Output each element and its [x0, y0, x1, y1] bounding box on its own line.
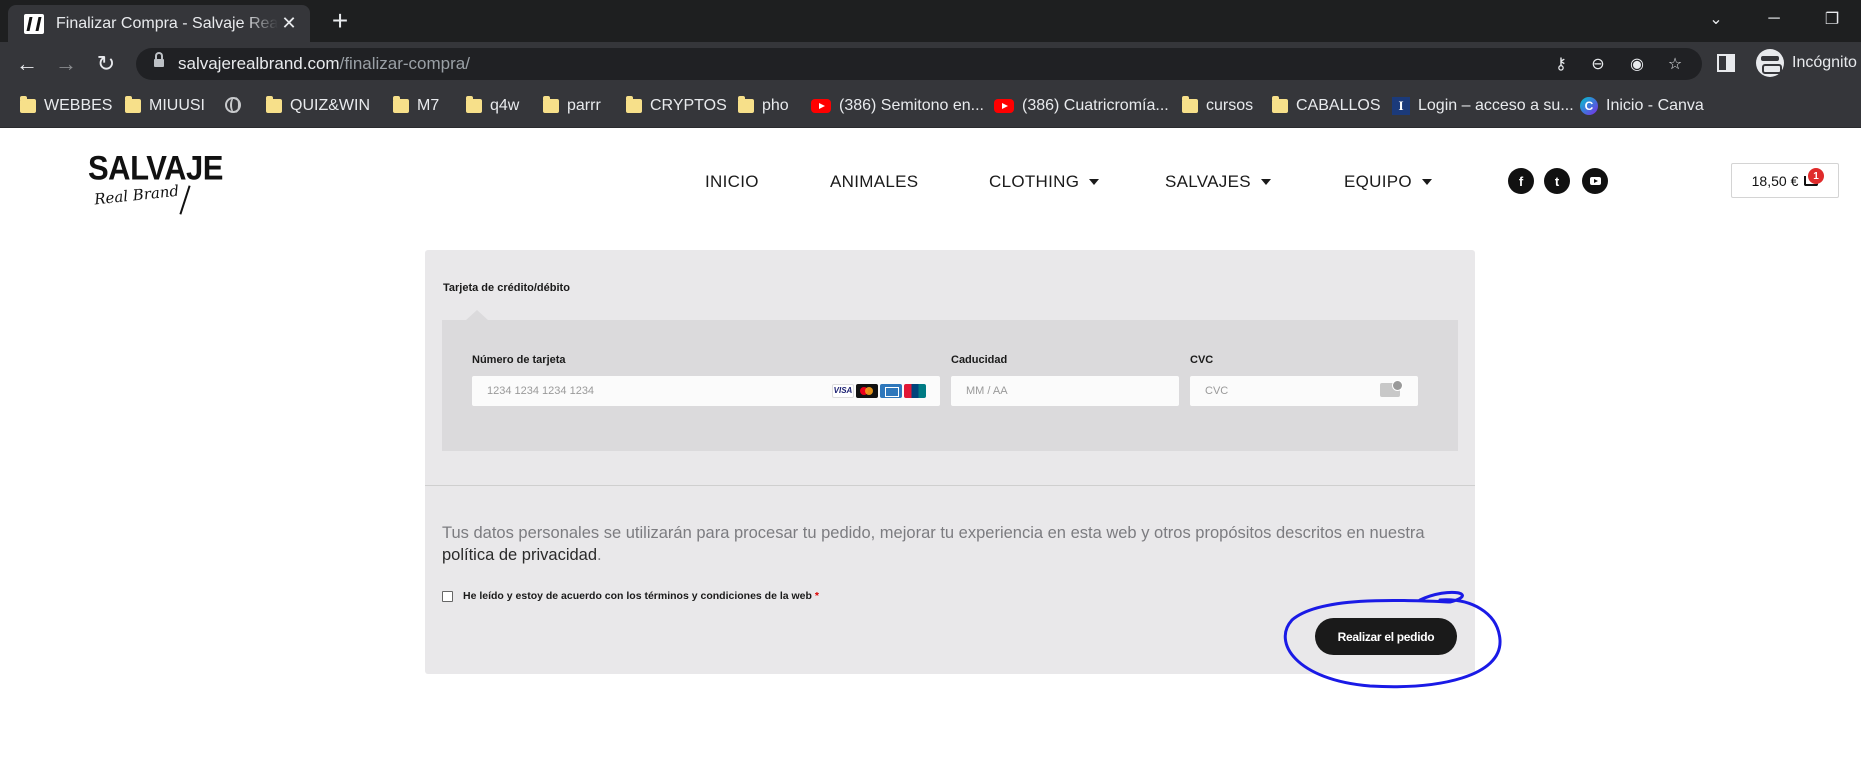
site-favicon-icon	[24, 13, 44, 34]
terms-row: He leído y estoy de acuerdo con los térm…	[442, 590, 819, 602]
bookmark-item[interactable]: QUIZ&WIN	[266, 96, 370, 115]
cart-count-badge: 1	[1808, 168, 1824, 184]
nav-item-inicio[interactable]: INICIO	[705, 172, 759, 192]
bookmark-item[interactable]: (386) Cuatricromía...	[994, 97, 1169, 115]
terms-checkbox[interactable]	[442, 590, 453, 602]
site-header: SALVAJE Real Brand INICIO ANIMALES CLOTH…	[0, 128, 1861, 238]
bookmark-item[interactable]: I Login – acceso a su...	[1392, 97, 1574, 115]
forward-button[interactable]: →	[52, 50, 80, 78]
expiry-label: Caducidad	[951, 354, 1008, 366]
bookmark-item[interactable]	[225, 97, 241, 113]
bookmarks-bar: WEBBES MIUUSI QUIZ&WIN M7 q4w parrr CRYP…	[0, 86, 1861, 128]
visa-icon: VISA	[832, 384, 854, 398]
window-controls: ⌄ ─ ❐	[1687, 0, 1861, 42]
youtube-icon	[994, 99, 1014, 113]
nav-item-equipo[interactable]: EQUIPO	[1344, 172, 1432, 192]
site-icon: I	[1392, 97, 1410, 115]
bookmark-item[interactable]: pho	[738, 96, 789, 115]
privacy-notice: Tus datos personales se utilizarán para …	[442, 524, 1425, 564]
bookmark-item[interactable]: WEBBES	[20, 96, 112, 115]
unionpay-icon	[904, 384, 926, 398]
incognito-label: Incógnito	[1792, 54, 1857, 71]
minimize-button[interactable]: ─	[1745, 0, 1803, 38]
folder-icon	[266, 96, 282, 113]
bookmark-item[interactable]: q4w	[466, 96, 519, 115]
section-divider	[425, 485, 1475, 486]
cart-button[interactable]: 18,50 €	[1731, 163, 1839, 198]
folder-icon	[543, 96, 559, 113]
tab-checkout[interactable]: Finalizar Compra - Salvaje Real Brand ✕	[8, 5, 310, 42]
canva-icon: C	[1580, 97, 1598, 115]
cart-total: 18,50 €	[1751, 172, 1799, 189]
card-number-input[interactable]: 1234 1234 1234 1234 VISA	[472, 376, 940, 406]
payment-method-label[interactable]: Tarjeta de crédito/débito	[443, 282, 570, 294]
new-tab-button[interactable]: +	[325, 6, 355, 36]
privacy-policy-link[interactable]: política de privacidad	[442, 546, 597, 564]
amex-icon	[880, 384, 902, 398]
caret-down-icon	[1421, 179, 1432, 185]
nav-item-salvajes[interactable]: SALVAJES	[1165, 172, 1271, 192]
back-button[interactable]: ←	[13, 50, 41, 78]
globe-icon	[225, 97, 241, 113]
site-logo[interactable]: SALVAJE Real Brand	[88, 150, 223, 215]
caret-down-icon	[1089, 179, 1100, 185]
tab-title: Finalizar Compra - Salvaje Real Brand	[56, 14, 278, 32]
incognito-icon	[1756, 49, 1784, 77]
cvc-input[interactable]: CVC	[1190, 376, 1418, 406]
cvc-card-icon	[1380, 380, 1403, 397]
close-tab-icon[interactable]: ✕	[278, 13, 300, 34]
browser-tabstrip: Finalizar Compra - Salvaje Real Brand ✕ …	[0, 0, 1861, 42]
facebook-icon[interactable]: f	[1508, 168, 1534, 194]
bookmark-item[interactable]: M7	[393, 96, 439, 115]
annotation-circle	[1283, 590, 1502, 689]
folder-icon	[125, 96, 141, 113]
nav-item-clothing[interactable]: CLOTHING	[989, 172, 1100, 192]
mastercard-icon	[856, 384, 878, 398]
folder-icon	[1272, 96, 1288, 113]
incognito-profile[interactable]: Incógnito	[1756, 49, 1857, 77]
bookmark-item[interactable]: cursos	[1182, 96, 1253, 115]
youtube-icon[interactable]	[1582, 168, 1608, 194]
restore-button[interactable]: ❐	[1803, 0, 1861, 38]
caret-down-icon	[1260, 179, 1271, 185]
twitter-icon[interactable]: t	[1544, 168, 1570, 194]
cvc-label: CVC	[1190, 354, 1214, 366]
bookmark-item[interactable]: (386) Semitono en...	[811, 97, 984, 115]
tab-search-icon[interactable]: ⌄	[1687, 0, 1745, 38]
folder-icon	[1182, 96, 1198, 113]
folder-icon	[626, 96, 642, 113]
folder-icon	[466, 96, 482, 113]
reload-button[interactable]: ↻	[92, 50, 120, 78]
side-panel-icon[interactable]	[1717, 54, 1735, 72]
bookmark-star-icon[interactable]: ☆	[1664, 53, 1686, 75]
url-text[interactable]: salvajerealbrand.com/finalizar-compra/	[178, 54, 470, 74]
browser-toolbar: ← → ↻ salvajerealbrand.com/finalizar-com…	[0, 42, 1861, 86]
address-bar[interactable]: salvajerealbrand.com/finalizar-compra/ ⚷…	[136, 48, 1702, 80]
folder-icon	[738, 96, 754, 113]
nav-item-animales[interactable]: ANIMALES	[830, 172, 918, 192]
bookmark-item[interactable]: CABALLOS	[1272, 96, 1380, 115]
bookmark-item[interactable]: CRYPTOS	[626, 96, 727, 115]
card-number-label: Número de tarjeta	[472, 354, 566, 366]
bookmark-item[interactable]: C Inicio - Canva	[1580, 97, 1704, 115]
expiry-input[interactable]: MM / AA	[951, 376, 1179, 406]
bookmark-item[interactable]: parrr	[543, 96, 601, 115]
bookmark-item[interactable]: MIUUSI	[125, 96, 205, 115]
tracking-eye-icon[interactable]: ◉	[1626, 53, 1648, 75]
youtube-icon	[811, 99, 831, 113]
terms-label[interactable]: He leído y estoy de acuerdo con los térm…	[463, 590, 819, 602]
folder-icon	[393, 96, 409, 113]
zoom-icon[interactable]: ⊖	[1587, 53, 1609, 75]
password-key-icon[interactable]: ⚷	[1550, 53, 1572, 75]
lock-icon[interactable]	[154, 52, 164, 69]
folder-icon	[20, 96, 36, 113]
